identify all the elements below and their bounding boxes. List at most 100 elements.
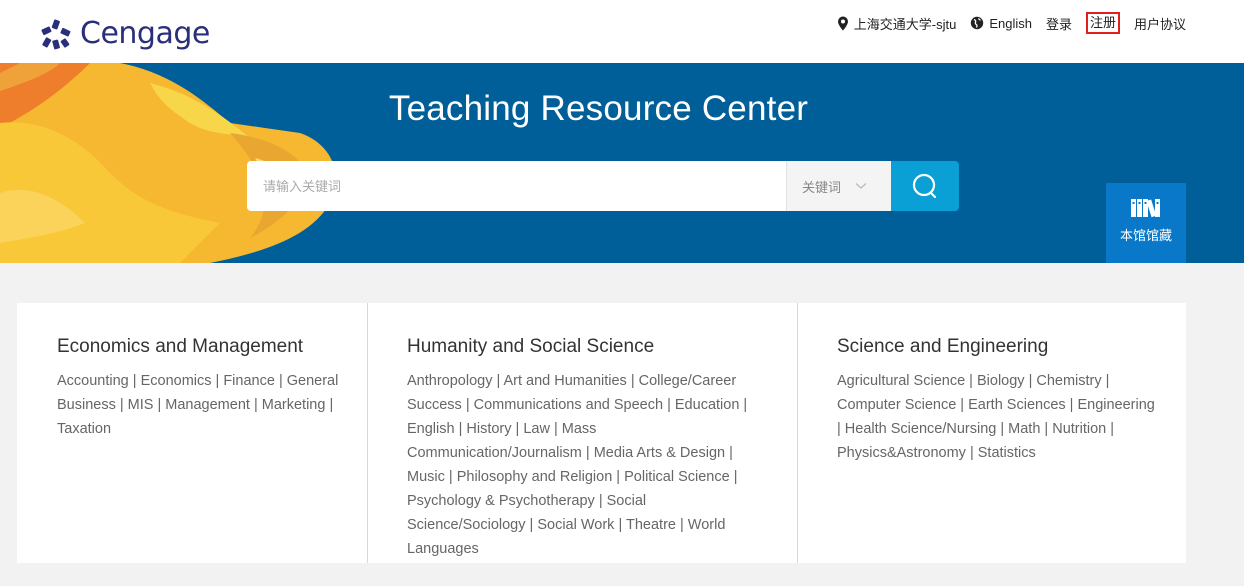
- subject-link[interactable]: Education: [675, 397, 740, 413]
- link-separator: |: [274, 373, 287, 389]
- link-separator: |: [996, 421, 1009, 437]
- link-separator: |: [581, 445, 594, 461]
- library-holdings-label: 本馆馆藏: [1119, 228, 1172, 243]
- logo-text: Cengage: [80, 16, 210, 51]
- cengage-logo[interactable]: Cengage: [38, 16, 210, 52]
- link-separator: |: [461, 397, 474, 413]
- subject-link[interactable]: Statistics: [978, 445, 1036, 461]
- subject-link[interactable]: Physics&Astronomy: [837, 445, 966, 461]
- link-separator: |: [965, 373, 977, 389]
- link-separator: |: [663, 397, 675, 413]
- search-icon: [912, 173, 937, 199]
- subject-link[interactable]: History: [466, 421, 511, 437]
- login-label: 登录: [1045, 16, 1072, 32]
- category-title[interactable]: Science and Engineering: [837, 335, 1156, 359]
- link-separator: |: [956, 397, 969, 413]
- subject-link[interactable]: Finance: [223, 373, 275, 389]
- category-column: Science and Engineering Agricultural Sci…: [797, 303, 1186, 563]
- register-label: 注册: [1089, 15, 1116, 30]
- subject-link[interactable]: English: [407, 421, 455, 437]
- link-separator: |: [594, 493, 607, 509]
- globe-icon: [971, 16, 984, 30]
- subject-link[interactable]: Computer Science: [837, 397, 956, 413]
- chevron-down-icon: [855, 183, 867, 189]
- search-button[interactable]: [891, 161, 959, 211]
- link-separator: |: [729, 469, 738, 485]
- search-scope-select[interactable]: 关键词: [786, 161, 891, 211]
- register-link[interactable]: 注册: [1085, 12, 1120, 34]
- subject-link[interactable]: Accounting: [57, 373, 129, 389]
- subject-link[interactable]: Philosophy and Religion: [457, 469, 613, 485]
- language-label: English: [989, 15, 1032, 31]
- subject-link[interactable]: Anthropology: [407, 373, 492, 389]
- link-separator: |: [492, 373, 504, 389]
- user-agreement-link[interactable]: 用户协议: [1134, 14, 1186, 33]
- subject-link[interactable]: Music: [407, 469, 445, 485]
- login-link[interactable]: 登录: [1046, 14, 1072, 33]
- link-separator: |: [739, 397, 748, 413]
- hero-banner: Teaching Resource Center 关键词: [0, 63, 1244, 263]
- subject-link[interactable]: Nutrition: [1052, 421, 1106, 437]
- link-separator: |: [1065, 397, 1078, 413]
- link-separator: |: [454, 421, 467, 437]
- link-separator: |: [1106, 421, 1115, 437]
- subject-link[interactable]: Psychology & Psychotherapy: [407, 493, 595, 509]
- subject-link[interactable]: Taxation: [57, 421, 111, 437]
- link-separator: |: [1040, 421, 1053, 437]
- location-pin-icon: [837, 16, 848, 30]
- subject-link[interactable]: Communications and Speech: [474, 397, 663, 413]
- category-title[interactable]: Humanity and Social Science: [407, 335, 767, 359]
- subject-link[interactable]: Art and Humanities: [503, 373, 626, 389]
- subject-link[interactable]: Earth Sciences: [968, 397, 1066, 413]
- link-separator: |: [1101, 373, 1110, 389]
- subject-link[interactable]: Health Science/Nursing: [845, 421, 997, 437]
- subject-link[interactable]: Engineering: [1077, 397, 1154, 413]
- subject-link[interactable]: Economics: [141, 373, 212, 389]
- link-separator: |: [153, 397, 166, 413]
- subject-link[interactable]: Media Arts & Design: [594, 445, 725, 461]
- link-separator: |: [444, 469, 457, 485]
- link-separator: |: [511, 421, 524, 437]
- books-icon: [1131, 199, 1160, 218]
- link-separator: |: [626, 373, 639, 389]
- subject-link[interactable]: Agricultural Science: [837, 373, 965, 389]
- link-separator: |: [614, 517, 626, 533]
- search-bar: 关键词: [247, 161, 959, 211]
- link-separator: |: [325, 397, 334, 413]
- search-scope-value: 关键词: [802, 179, 842, 195]
- subject-link[interactable]: Law: [523, 421, 550, 437]
- link-separator: |: [965, 445, 978, 461]
- category-column: Economics and Management Accounting | Ec…: [17, 303, 367, 563]
- link-separator: |: [1024, 373, 1037, 389]
- subject-links: Accounting | Economics | Finance | Gener…: [57, 369, 349, 441]
- link-separator: |: [675, 517, 688, 533]
- institution-link[interactable]: 上海交通大学-sjtu: [837, 14, 957, 33]
- category-panel: Economics and Management Accounting | Ec…: [17, 303, 1186, 563]
- subject-link[interactable]: Social Work: [537, 517, 614, 533]
- link-separator: |: [725, 445, 733, 461]
- language-switch[interactable]: English: [970, 16, 1032, 31]
- search-input[interactable]: [247, 161, 786, 211]
- cengage-logo-mark-icon: [41, 19, 71, 50]
- subject-links: Agricultural Science | Biology | Chemist…: [837, 369, 1156, 465]
- subject-link[interactable]: Theatre: [626, 517, 676, 533]
- subject-link[interactable]: Marketing: [262, 397, 326, 413]
- link-separator: |: [549, 421, 562, 437]
- institution-label: 上海交通大学-sjtu: [853, 16, 957, 32]
- hero-title: Teaching Resource Center: [388, 89, 809, 128]
- subject-link[interactable]: Math: [1008, 421, 1040, 437]
- link-separator: |: [837, 421, 845, 437]
- subject-link[interactable]: Biology: [977, 373, 1025, 389]
- subject-link[interactable]: MIS: [128, 397, 154, 413]
- subject-link[interactable]: Management: [165, 397, 250, 413]
- link-separator: |: [612, 469, 625, 485]
- user-agreement-label: 用户协议: [1133, 16, 1186, 32]
- library-holdings-button[interactable]: 本馆馆藏: [1106, 183, 1186, 263]
- subject-link[interactable]: Chemistry: [1036, 373, 1101, 389]
- link-separator: |: [115, 397, 128, 413]
- site-header: Cengage 上海交通大学-sjtu English 登录 注册 用户协议: [0, 0, 1244, 63]
- link-separator: |: [211, 373, 224, 389]
- subject-link[interactable]: Political Science: [624, 469, 730, 485]
- category-title[interactable]: Economics and Management: [57, 335, 349, 359]
- top-navigation: 上海交通大学-sjtu English 登录 注册 用户协议: [837, 12, 1186, 34]
